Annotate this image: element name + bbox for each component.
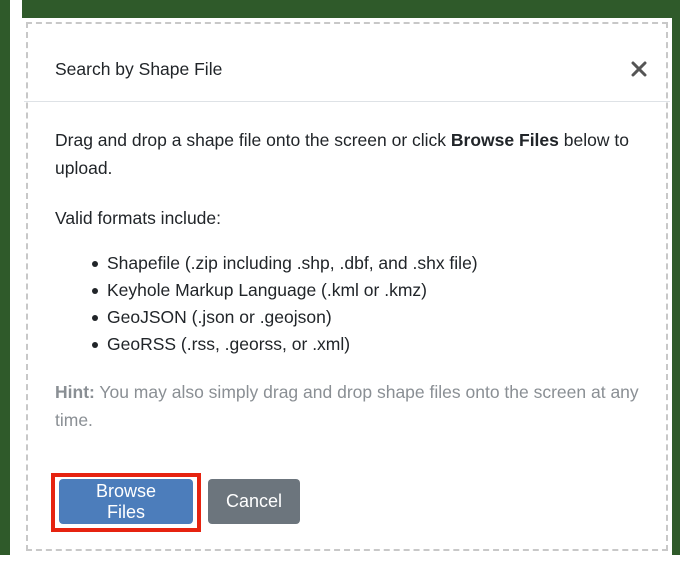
hint-label: Hint:	[55, 382, 95, 402]
format-item-georss: GeoRSS (.rss, .georss, or .xml)	[92, 331, 645, 358]
modal-body: Drag and drop a shape file onto the scre…	[55, 126, 645, 434]
close-x-icon	[631, 61, 647, 77]
intro-text-bold: Browse Files	[450, 130, 559, 150]
hint-text: Hint: You may also simply drag and drop …	[55, 378, 645, 434]
intro-text: Drag and drop a shape file onto the scre…	[55, 126, 645, 182]
close-button[interactable]	[628, 58, 650, 80]
format-item-geojson: GeoJSON (.json or .geojson)	[92, 304, 645, 331]
format-item-shapefile: Shapefile (.zip including .shp, .dbf, an…	[92, 250, 645, 277]
modal-header: Search by Shape File	[24, 20, 670, 102]
modal-title: Search by Shape File	[55, 59, 223, 79]
hint-body: You may also simply drag and drop shape …	[55, 382, 639, 430]
format-item-kml: Keyhole Markup Language (.kml or .kmz)	[92, 277, 645, 304]
background-page-bottom	[0, 555, 680, 563]
shape-file-modal: Search by Shape File Drag and drop a sha…	[22, 18, 672, 555]
browse-files-button[interactable]: Browse Files	[59, 479, 193, 524]
intro-text-start: Drag and drop a shape file onto the scre…	[55, 130, 451, 150]
cancel-button[interactable]: Cancel	[208, 479, 300, 524]
background-page	[0, 0, 22, 563]
formats-heading: Valid formats include:	[55, 208, 222, 228]
formats-list: Shapefile (.zip including .shp, .dbf, an…	[55, 250, 645, 358]
